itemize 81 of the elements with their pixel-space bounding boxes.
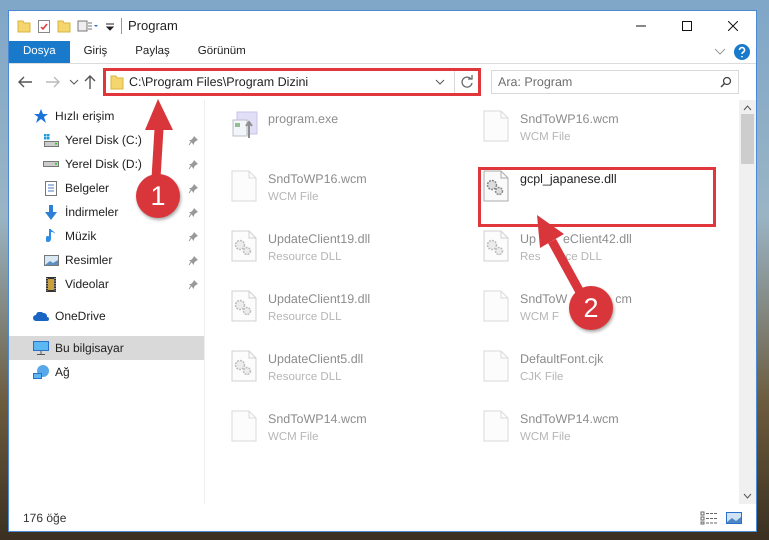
pin-icon[interactable] [188, 158, 198, 170]
scrollbar-thumb[interactable] [741, 114, 754, 164]
document-icon [231, 410, 258, 443]
file-type: WCM File [268, 430, 318, 443]
chevron-down-icon[interactable] [435, 78, 445, 86]
document-icon [483, 350, 510, 383]
scroll-up-icon[interactable] [743, 104, 752, 112]
document-icon [45, 180, 57, 196]
network-icon [33, 365, 49, 379]
nav-item[interactable]: Yerel Disk (C:) [65, 131, 142, 149]
gear-document-icon [231, 230, 258, 263]
ribbon-tab[interactable]: Paylaş [121, 41, 184, 63]
search-icon [720, 76, 732, 88]
ribbon-tab[interactable]: Görünüm [184, 41, 260, 63]
download-arrow-icon [44, 204, 58, 220]
folder-icon [110, 74, 124, 90]
document-icon [231, 170, 258, 203]
picture-icon [44, 254, 58, 266]
checklist-icon[interactable] [37, 18, 51, 34]
file-type: Resource DLL [268, 310, 342, 323]
scrollbar[interactable] [739, 100, 756, 504]
nav-item[interactable]: Videolar [65, 275, 109, 293]
window-title: Program [128, 17, 178, 36]
properties-icon[interactable] [77, 19, 99, 33]
item-count: 176 öğe [23, 510, 66, 526]
file-type: Resource DLL [268, 250, 342, 263]
file-type: WCM File [520, 430, 570, 443]
details-view-icon[interactable] [700, 510, 718, 524]
nav-item[interactable]: Resimler [65, 251, 112, 269]
computer-icon [33, 341, 49, 355]
scroll-down-icon[interactable] [743, 492, 752, 500]
pin-icon[interactable] [188, 254, 198, 266]
file-type: Resource DLL [268, 370, 342, 383]
document-icon [483, 290, 510, 323]
pin-icon[interactable] [188, 134, 198, 146]
maximize-icon [682, 21, 692, 31]
chevron-down-icon[interactable] [69, 78, 79, 86]
pin-icon[interactable] [188, 230, 198, 242]
refresh-icon[interactable] [460, 75, 474, 89]
address-bar[interactable]: C:\Program Files\Program Dizini [105, 70, 479, 94]
large-icons-view-icon[interactable] [726, 512, 742, 524]
gear-document-icon [231, 350, 258, 383]
close-icon [728, 21, 738, 31]
file-type: CJK File [520, 370, 564, 383]
cloud-icon [33, 312, 49, 320]
nav-item[interactable]: Müzik [65, 227, 96, 245]
nav-item[interactable]: Yerel Disk (D:) [65, 155, 142, 173]
star-icon [33, 108, 49, 124]
gear-document-icon [231, 290, 258, 323]
back-arrow-icon[interactable] [17, 75, 33, 89]
music-note-icon [46, 228, 56, 244]
search-field[interactable]: Ara: Program [491, 70, 739, 94]
nav-item[interactable]: İndirmeler [65, 203, 118, 221]
up-arrow-icon[interactable] [83, 74, 97, 90]
highlighted-file-item[interactable]: gcpl_japanese.dll [479, 168, 715, 226]
drive-icon [43, 161, 59, 167]
address-path: C:\Program Files\Program Dizini [129, 74, 308, 91]
document-icon [483, 410, 510, 443]
pin-icon[interactable] [188, 182, 198, 194]
minimize-icon [636, 25, 646, 27]
nav-item[interactable]: Ağ [55, 363, 70, 381]
file-type: Res [520, 250, 540, 263]
pin-icon[interactable] [188, 206, 198, 218]
selected-nav-item[interactable]: Bu bilgisayar [9, 336, 204, 360]
pin-icon[interactable] [188, 278, 198, 290]
file-type: WCM File [520, 130, 570, 143]
help-icon[interactable] [734, 44, 750, 60]
ribbon-tab[interactable]: Giriş [70, 41, 122, 63]
file-type: WCM F [520, 310, 559, 323]
document-icon [483, 110, 510, 143]
film-icon [46, 276, 56, 292]
nav-item[interactable]: Belgeler [65, 179, 110, 197]
drive-icon [43, 134, 59, 146]
ribbon-tab[interactable]: Dosya [9, 41, 70, 63]
nav-item[interactable]: Hızlı erişim [55, 107, 114, 125]
gear-document-icon [483, 230, 510, 263]
dropdown-arrow-icon[interactable] [105, 21, 115, 31]
file-type: WCM File [268, 190, 318, 203]
nav-item[interactable]: OneDrive [55, 307, 106, 325]
gear-document-icon [483, 170, 510, 203]
file-type: ce DLL [565, 250, 602, 263]
